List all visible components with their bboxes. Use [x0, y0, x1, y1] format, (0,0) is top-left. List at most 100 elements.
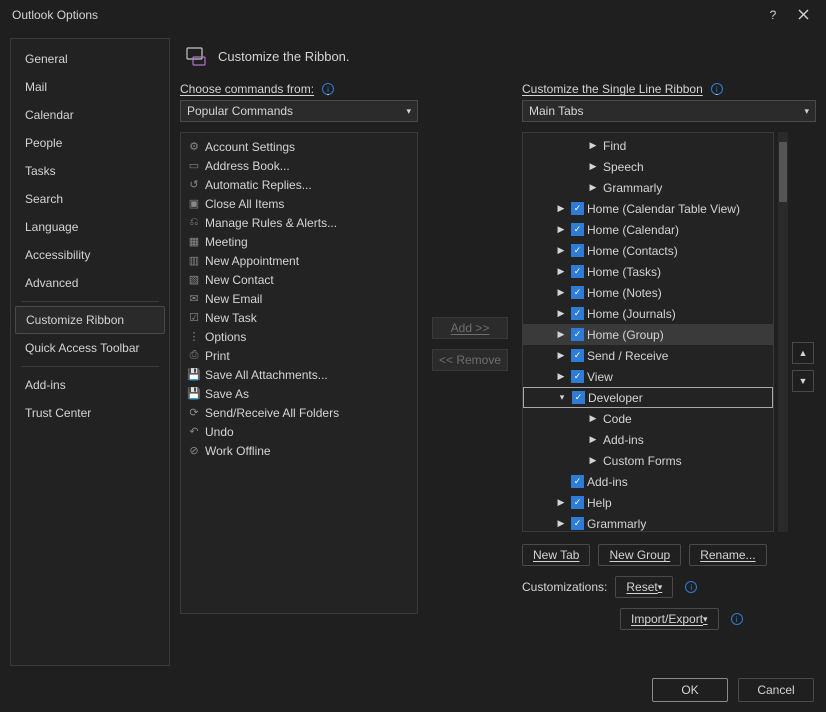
checkbox[interactable]: ✓ [571, 328, 584, 341]
tree-group[interactable]: ▶Code [523, 408, 773, 429]
expand-icon[interactable]: ▶ [554, 266, 568, 277]
choose-commands-dropdown[interactable]: Popular Commands ▾ [180, 100, 418, 122]
cmd-save-as[interactable]: 💾Save As [183, 384, 415, 403]
ok-button[interactable]: OK [652, 678, 728, 702]
expand-icon[interactable]: ▶ [586, 434, 600, 445]
expand-icon[interactable]: ▶ [554, 518, 568, 529]
cmd-sendreceive[interactable]: ⟳Send/Receive All Folders [183, 403, 415, 422]
nav-people[interactable]: People [11, 129, 169, 157]
cmd-manage-rules[interactable]: ⎌Manage Rules & Alerts... [183, 213, 415, 232]
expand-icon[interactable]: ▶ [554, 497, 568, 508]
tree-tab[interactable]: ▶✓Home (Calendar) [523, 219, 773, 240]
tree-tab[interactable]: ▶✓Grammarly [523, 513, 773, 532]
scrollbar-thumb[interactable] [779, 142, 787, 202]
nav-general[interactable]: General [11, 45, 169, 73]
move-up-button[interactable]: ▲ [792, 342, 814, 364]
help-button[interactable]: ? [758, 0, 788, 30]
tree-tab[interactable]: ▶✓Home (Tasks) [523, 261, 773, 282]
expand-icon[interactable]: ▶ [554, 245, 568, 256]
nav-quick-access[interactable]: Quick Access Toolbar [11, 334, 169, 362]
tree-tab[interactable]: ▶✓Help [523, 492, 773, 513]
tree-item[interactable]: ▶Find [523, 135, 773, 156]
expand-icon[interactable]: ▶ [554, 350, 568, 361]
expand-icon[interactable]: ▶ [554, 329, 568, 340]
move-down-button[interactable]: ▼ [792, 370, 814, 392]
cmd-save-all[interactable]: 💾Save All Attachments... [183, 365, 415, 384]
cmd-close-all[interactable]: ▣Close All Items [183, 194, 415, 213]
checkbox[interactable]: ✓ [571, 265, 584, 278]
expand-icon[interactable]: ▶ [554, 308, 568, 319]
add-button[interactable]: Add >> [432, 317, 508, 339]
tree-tab[interactable]: ▶✓Home (Group) [523, 324, 773, 345]
expand-icon[interactable]: ▶ [586, 413, 600, 424]
nav-tasks[interactable]: Tasks [11, 157, 169, 185]
nav-trust[interactable]: Trust Center [11, 399, 169, 427]
info-icon[interactable]: i [322, 83, 334, 95]
nav-calendar[interactable]: Calendar [11, 101, 169, 129]
tree-tab[interactable]: ▶✓Home (Contacts) [523, 240, 773, 261]
tree-item[interactable]: ▶Speech [523, 156, 773, 177]
nav-language[interactable]: Language [11, 213, 169, 241]
expand-icon[interactable]: ▶ [554, 224, 568, 235]
import-export-button[interactable]: Import/Export ▾ [620, 608, 719, 630]
tree-tab[interactable]: ▶✓View [523, 366, 773, 387]
tree-tab[interactable]: ▶✓Send / Receive [523, 345, 773, 366]
checkbox[interactable]: ✓ [571, 370, 584, 383]
expand-icon[interactable]: ▶ [586, 455, 600, 466]
checkbox[interactable]: ✓ [571, 223, 584, 236]
info-icon[interactable]: i [731, 613, 743, 625]
checkbox[interactable]: ✓ [571, 475, 584, 488]
info-icon[interactable]: i [685, 581, 697, 593]
nav-customize-ribbon[interactable]: Customize Ribbon [15, 306, 165, 334]
nav-addins[interactable]: Add-ins [11, 371, 169, 399]
new-tab-button[interactable]: New Tab [522, 544, 590, 566]
reset-button[interactable]: Reset ▾ [615, 576, 673, 598]
tree-tab[interactable]: ✓Add-ins [523, 471, 773, 492]
cmd-print[interactable]: ⎙Print [183, 346, 415, 365]
tree-tab[interactable]: ▶✓Home (Journals) [523, 303, 773, 324]
checkbox[interactable]: ✓ [571, 496, 584, 509]
tree-tab[interactable]: ▶✓Home (Notes) [523, 282, 773, 303]
expand-icon[interactable]: ▶ [586, 182, 600, 193]
cancel-button[interactable]: Cancel [738, 678, 814, 702]
nav-accessibility[interactable]: Accessibility [11, 241, 169, 269]
cmd-undo[interactable]: ↶Undo [183, 422, 415, 441]
checkbox[interactable]: ✓ [571, 349, 584, 362]
rename-button[interactable]: Rename... [689, 544, 766, 566]
checkbox[interactable]: ✓ [571, 307, 584, 320]
cmd-address-book[interactable]: ▭Address Book... [183, 156, 415, 175]
new-group-button[interactable]: New Group [598, 544, 681, 566]
checkbox[interactable]: ✓ [572, 391, 585, 404]
cmd-new-task[interactable]: ☑New Task [183, 308, 415, 327]
cmd-account-settings[interactable]: ⚙Account Settings [183, 137, 415, 156]
expand-icon[interactable]: ▶ [554, 287, 568, 298]
cmd-options[interactable]: ⋮Options [183, 327, 415, 346]
tree-tab-developer[interactable]: ▾✓Developer [523, 387, 773, 408]
cmd-new-email[interactable]: ✉New Email [183, 289, 415, 308]
expand-icon[interactable]: ▶ [554, 203, 568, 214]
checkbox[interactable]: ✓ [571, 202, 584, 215]
cmd-new-appt[interactable]: ▥New Appointment [183, 251, 415, 270]
cmd-new-contact[interactable]: ▧New Contact [183, 270, 415, 289]
info-icon[interactable]: i [711, 83, 723, 95]
tree-item[interactable]: ▶Grammarly [523, 177, 773, 198]
ribbon-scope-dropdown[interactable]: Main Tabs ▾ [522, 100, 816, 122]
checkbox[interactable]: ✓ [571, 286, 584, 299]
tree-group[interactable]: ▶Custom Forms [523, 450, 773, 471]
nav-search[interactable]: Search [11, 185, 169, 213]
cmd-offline[interactable]: ⊘Work Offline [183, 441, 415, 460]
checkbox[interactable]: ✓ [571, 244, 584, 257]
nav-mail[interactable]: Mail [11, 73, 169, 101]
expand-icon[interactable]: ▶ [554, 371, 568, 382]
tree-group[interactable]: ▶Add-ins [523, 429, 773, 450]
tree-scrollbar[interactable] [778, 132, 788, 532]
remove-button[interactable]: << Remove [432, 349, 508, 371]
ribbon-tree[interactable]: ▶Find ▶Speech ▶Grammarly ▶✓Home (Calenda… [522, 132, 774, 532]
nav-advanced[interactable]: Advanced [11, 269, 169, 297]
commands-listbox[interactable]: ⚙Account Settings ▭Address Book... ↺Auto… [180, 132, 418, 614]
cmd-meeting[interactable]: ▦Meeting [183, 232, 415, 251]
expand-icon[interactable]: ▶ [586, 140, 600, 151]
close-button[interactable] [788, 0, 818, 30]
checkbox[interactable]: ✓ [571, 517, 584, 530]
tree-tab[interactable]: ▶✓Home (Calendar Table View) [523, 198, 773, 219]
